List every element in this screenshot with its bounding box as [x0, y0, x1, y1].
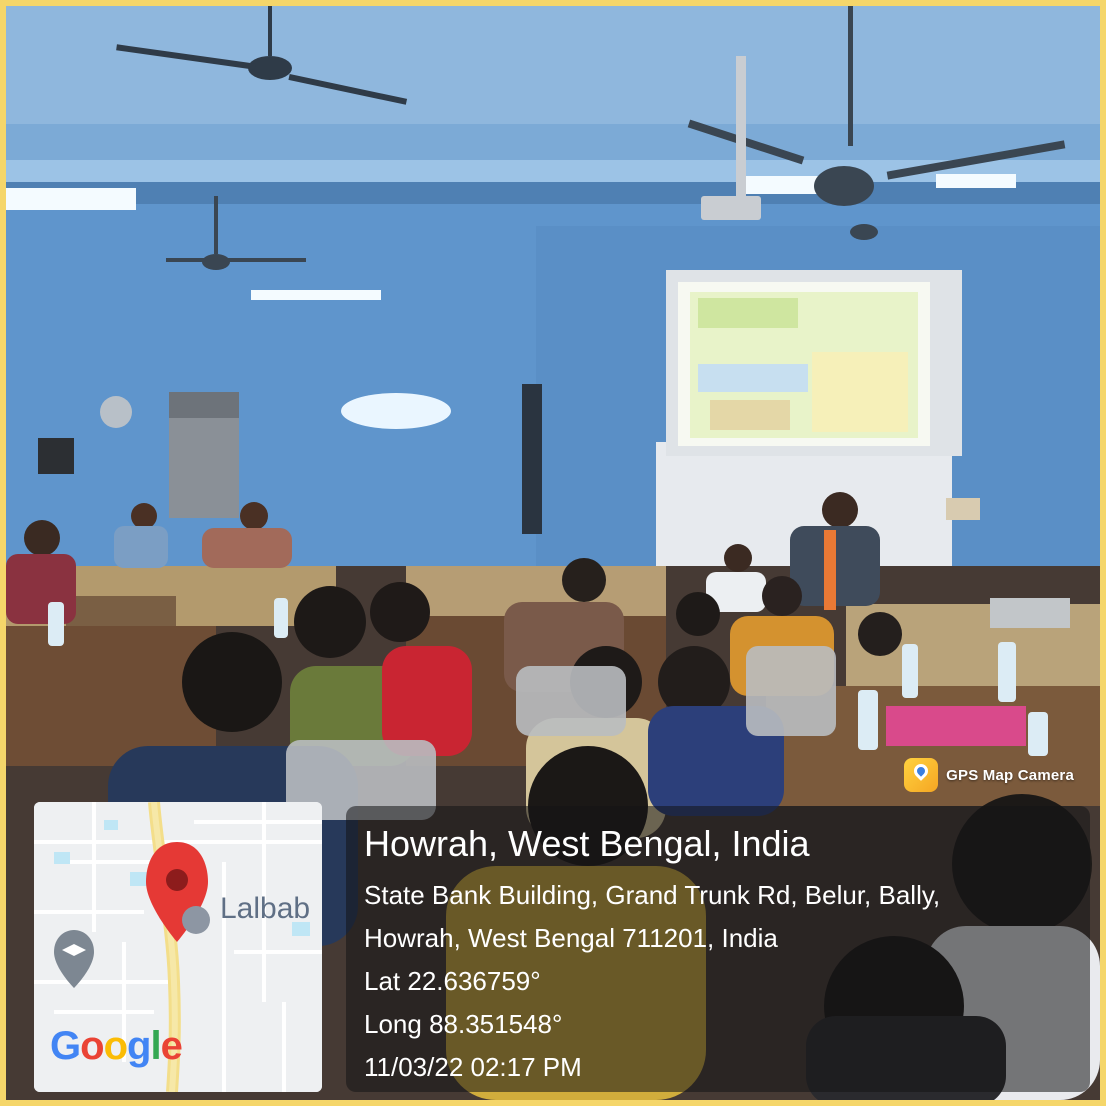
location-info-panel: Howrah, West Bengal, India State Bank Bu…	[346, 806, 1090, 1092]
photo-frame: GPS Map Camera Lalbab Google Howrah, Wes…	[6, 6, 1100, 1100]
gps-map-camera-icon	[904, 758, 939, 792]
timestamp: 11/03/22 02:17 PM	[364, 1052, 582, 1082]
google-logo: Google	[50, 1024, 183, 1068]
address-line-2: Howrah, West Bengal 711201, India	[364, 923, 778, 953]
map-thumbnail: Lalbab Google	[34, 802, 322, 1092]
gps-map-camera-badge: GPS Map Camera	[904, 758, 1074, 792]
map-area-label: Lalbab	[220, 892, 311, 925]
longitude: Long 88.351548°	[364, 1009, 563, 1039]
latitude: Lat 22.636759°	[364, 966, 541, 996]
gps-badge-label: GPS Map Camera	[946, 766, 1074, 784]
location-title: Howrah, West Bengal, India	[364, 823, 810, 864]
address-line-1: State Bank Building, Grand Trunk Rd, Bel…	[364, 880, 941, 910]
